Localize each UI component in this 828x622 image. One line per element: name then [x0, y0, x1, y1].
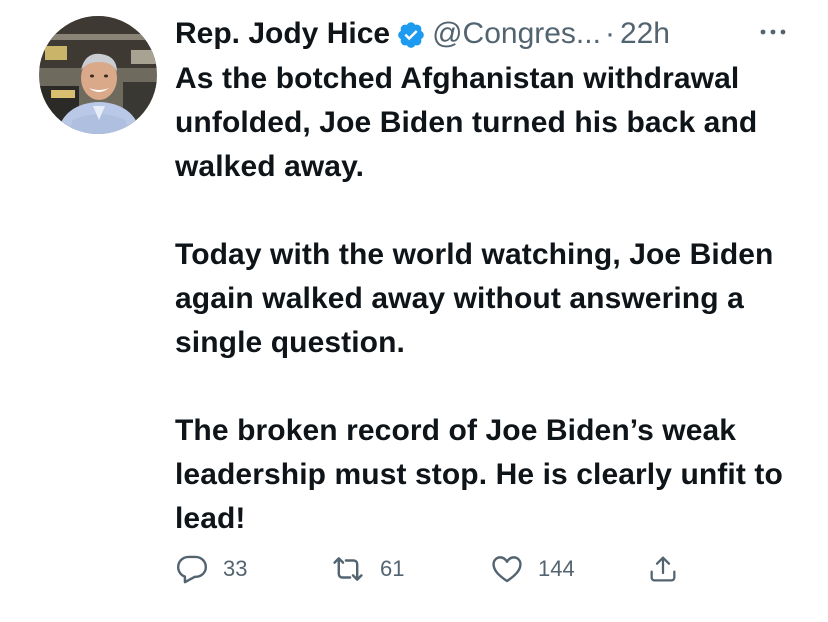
tweet-text: As the botched Afghanistan withdrawal un… [175, 57, 795, 541]
retweet-icon [330, 552, 366, 586]
separator-dot: · [604, 17, 615, 50]
tweet-actions: 33 61 144 [175, 549, 695, 589]
avatar[interactable] [39, 16, 157, 134]
avatar-photo [39, 16, 157, 134]
retweet-count: 61 [380, 556, 405, 581]
reply-button[interactable]: 33 [175, 549, 247, 589]
tweet-paragraph: The broken record of Joe Biden’s weak le… [175, 414, 783, 535]
tweet-header: Rep. Jody Hice @Congres... · 22h [175, 14, 670, 54]
share-icon [647, 552, 679, 586]
reply-icon [175, 552, 209, 586]
retweet-button[interactable]: 61 [330, 549, 404, 589]
tweet-timestamp[interactable]: 22h [620, 14, 670, 54]
more-options-icon[interactable] [757, 22, 789, 42]
reply-count: 33 [223, 556, 248, 581]
heart-icon [490, 552, 524, 586]
like-count: 144 [538, 556, 575, 581]
author-display-name[interactable]: Rep. Jody Hice [175, 14, 390, 54]
verified-badge-icon [396, 20, 426, 50]
tweet-paragraph: Today with the world watching, Joe Biden… [175, 238, 774, 359]
like-button[interactable]: 144 [490, 549, 575, 589]
tweet[interactable]: Rep. Jody Hice @Congres... · 22h As the … [0, 0, 828, 622]
author-handle[interactable]: @Congres... [432, 14, 601, 54]
share-button[interactable] [647, 549, 679, 589]
tweet-paragraph: As the botched Afghanistan withdrawal un… [175, 62, 758, 183]
